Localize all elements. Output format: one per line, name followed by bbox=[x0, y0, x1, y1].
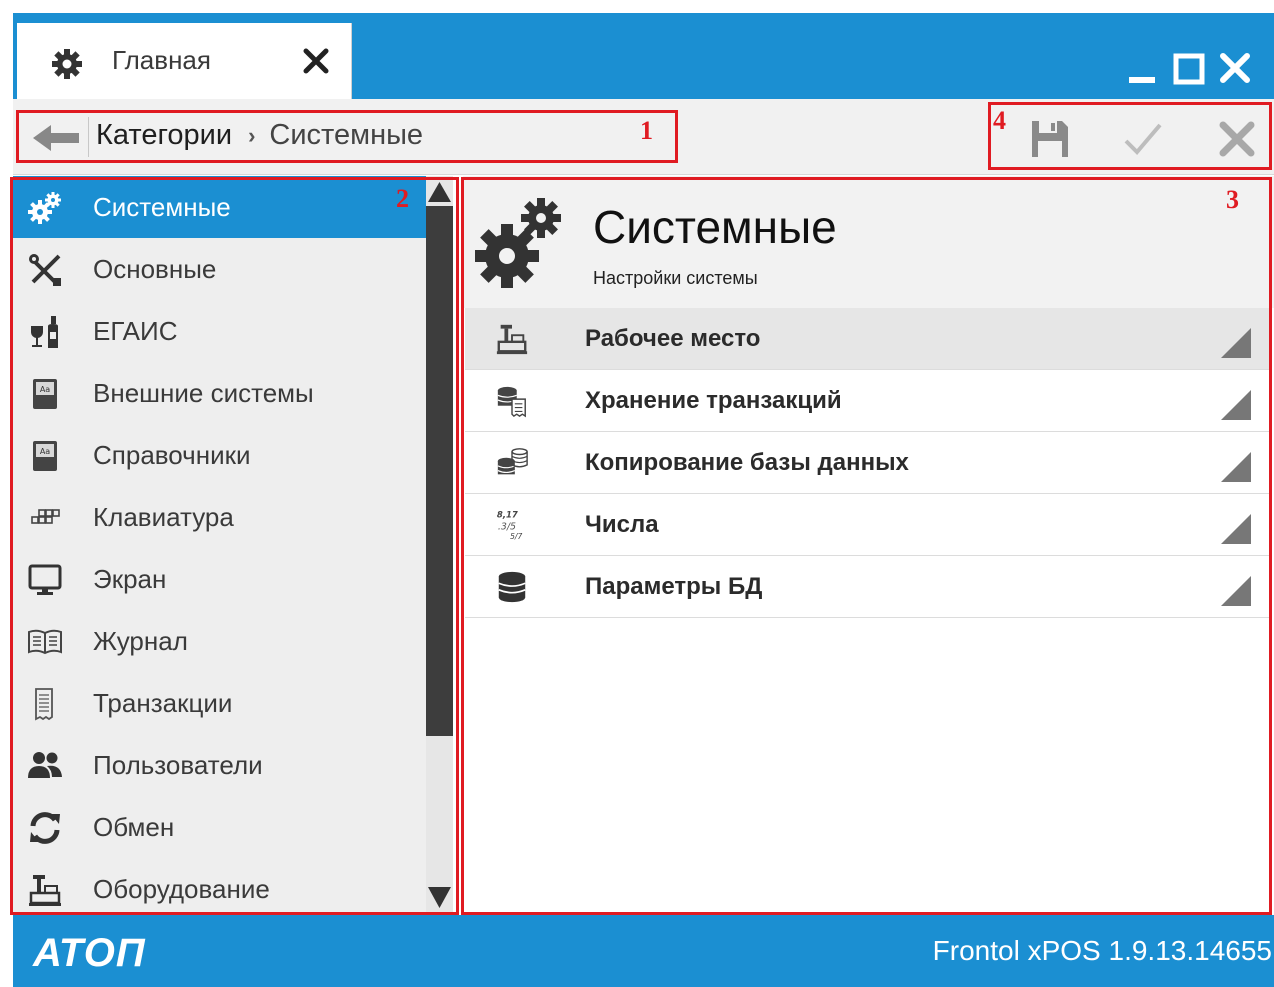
settings-row-db-params[interactable]: Параметры БД bbox=[465, 556, 1271, 618]
expand-corner-icon[interactable] bbox=[1221, 328, 1251, 358]
page-title: Системные bbox=[593, 201, 837, 253]
journal-icon bbox=[28, 629, 62, 655]
cancel-x-icon[interactable] bbox=[1215, 117, 1259, 161]
db-receipt-icon bbox=[497, 386, 526, 418]
expand-corner-icon[interactable] bbox=[1221, 576, 1251, 606]
sidebar-item-label: Экран bbox=[93, 564, 167, 594]
sidebar-scrollbar-thumb[interactable] bbox=[426, 206, 453, 736]
annotation-number-1: 1 bbox=[640, 116, 653, 145]
sidebar-item-users[interactable]: Пользователи bbox=[13, 734, 426, 796]
settings-row-label: Копирование базы данных bbox=[585, 449, 909, 476]
tab-label: Главная bbox=[112, 45, 211, 75]
breadcrumb-categories[interactable]: Категории bbox=[96, 119, 232, 152]
close-icon[interactable] bbox=[302, 47, 330, 75]
sidebar-item-egais[interactable]: ЕГАИС bbox=[13, 300, 426, 362]
sidebar-item-main[interactable]: Основные bbox=[13, 238, 426, 300]
cash-register-icon bbox=[496, 324, 528, 355]
settings-row-label: Параметры БД bbox=[585, 573, 763, 600]
sidebar-item-label: Основные bbox=[93, 254, 217, 284]
sidebar-item-directories[interactable]: Aa Справочники bbox=[13, 424, 426, 486]
sidebar-item-label: Транзакции bbox=[93, 688, 233, 718]
sidebar-item-system[interactable]: Системные bbox=[13, 176, 426, 238]
title-bar: Главная bbox=[13, 13, 1274, 99]
sidebar-item-transactions[interactable]: Транзакции bbox=[13, 672, 426, 734]
cash-register-icon bbox=[29, 875, 61, 906]
gears-icon bbox=[28, 192, 61, 224]
gear-icon bbox=[52, 49, 82, 79]
sidebar-item-journal[interactable]: Журнал bbox=[13, 610, 426, 672]
tools-icon bbox=[29, 254, 61, 286]
db-copy-icon bbox=[497, 448, 528, 475]
expand-corner-icon[interactable] bbox=[1221, 514, 1251, 544]
sidebar: Системные Основные ЕГАИС Aa Внешние сист… bbox=[13, 176, 453, 914]
page-subtitle: Настройки системы bbox=[593, 268, 758, 288]
database-icon bbox=[498, 571, 526, 603]
scroll-up-arrow-icon[interactable] bbox=[426, 180, 453, 204]
expand-corner-icon[interactable] bbox=[1221, 390, 1251, 420]
sidebar-item-exchange[interactable]: Обмен bbox=[13, 796, 426, 858]
breadcrumb-separator: › bbox=[248, 122, 256, 148]
sidebar-item-label: Системные bbox=[93, 192, 231, 222]
breadcrumb-current: Системные bbox=[269, 119, 424, 151]
svg-text:.3/5: .3/5 bbox=[498, 522, 516, 533]
numbers-icon: 8,17 .3/5 5/7 bbox=[497, 510, 523, 541]
window-controls bbox=[1126, 51, 1252, 85]
receipt-icon bbox=[35, 688, 53, 721]
annotation-number-2: 2 bbox=[396, 184, 409, 213]
maximize-icon[interactable] bbox=[1172, 51, 1206, 85]
settings-row-workplace[interactable]: Рабочее место bbox=[465, 308, 1271, 370]
settings-row-db-copy[interactable]: Копирование базы данных bbox=[465, 432, 1271, 494]
brand-logo: АТОП bbox=[33, 931, 146, 975]
tab-main[interactable]: Главная bbox=[17, 23, 352, 99]
minimize-icon[interactable] bbox=[1126, 51, 1160, 85]
sidebar-item-label: Клавиатура bbox=[93, 502, 234, 532]
sidebar-item-label: ЕГАИС bbox=[93, 316, 178, 346]
sidebar-item-equipment[interactable]: Оборудование bbox=[13, 858, 426, 914]
wine-icon bbox=[31, 316, 58, 348]
settings-row-numbers[interactable]: 8,17 .3/5 5/7 Числа bbox=[465, 494, 1271, 556]
content-header: Системные Настройки системы bbox=[463, 176, 1274, 308]
book-icon: Aa bbox=[33, 379, 57, 409]
sidebar-item-keyboard[interactable]: Клавиатура bbox=[13, 486, 426, 548]
annotation-number-4: 4 bbox=[993, 106, 1006, 135]
divider bbox=[88, 117, 89, 157]
settings-row-label: Рабочее место bbox=[585, 325, 761, 352]
monitor-icon bbox=[28, 564, 62, 595]
svg-text:Aa: Aa bbox=[40, 447, 50, 456]
window-close-icon[interactable] bbox=[1218, 51, 1252, 85]
sidebar-item-label: Пользователи bbox=[93, 750, 263, 780]
apply-check-icon[interactable] bbox=[1121, 117, 1165, 161]
gears-icon bbox=[475, 198, 561, 288]
sidebar-item-label: Журнал bbox=[93, 626, 188, 656]
svg-text:5/7: 5/7 bbox=[510, 532, 522, 541]
sidebar-item-label: Внешние системы bbox=[93, 378, 314, 408]
expand-corner-icon[interactable] bbox=[1221, 452, 1251, 482]
scroll-down-arrow-icon[interactable] bbox=[426, 884, 453, 910]
back-arrow-icon[interactable] bbox=[31, 123, 81, 153]
settings-row-label: Хранение транзакций bbox=[585, 387, 842, 414]
keyboard-icon bbox=[31, 509, 60, 524]
svg-text:8,17: 8,17 bbox=[497, 510, 518, 520]
app-version: Frontol xPOS 1.9.13.14655 bbox=[932, 935, 1272, 966]
sidebar-item-label: Оборудование bbox=[93, 874, 270, 904]
save-icon[interactable] bbox=[1028, 117, 1072, 161]
status-bar: АТОП Frontol xPOS 1.9.13.14655 bbox=[13, 915, 1274, 987]
annotation-number-3: 3 bbox=[1226, 185, 1239, 214]
book-icon: Aa bbox=[33, 441, 57, 471]
svg-text:Aa: Aa bbox=[40, 385, 50, 394]
content-panel: Системные Настройки системы Рабочее мест… bbox=[463, 176, 1274, 914]
sidebar-item-external-systems[interactable]: Aa Внешние системы bbox=[13, 362, 426, 424]
breadcrumb: Категории › Системные bbox=[96, 119, 423, 152]
sidebar-item-label: Обмен bbox=[93, 812, 175, 842]
settings-row-transaction-storage[interactable]: Хранение транзакций bbox=[465, 370, 1271, 432]
sync-icon bbox=[30, 812, 60, 844]
sidebar-item-label: Справочники bbox=[93, 440, 251, 470]
sidebar-item-screen[interactable]: Экран bbox=[13, 548, 426, 610]
users-icon bbox=[28, 752, 62, 778]
settings-row-label: Числа bbox=[585, 511, 659, 538]
